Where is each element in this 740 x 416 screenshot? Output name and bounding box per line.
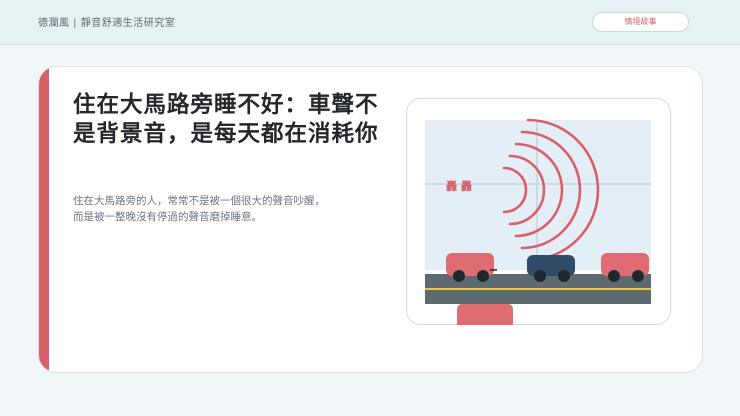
top-header: 德瀾風 | 靜音舒適生活研究室 情境故事 xyxy=(0,0,740,45)
page-title: 住在大馬路旁睡不好：車聲不是背景音，是每天都在消耗你 xyxy=(73,92,379,147)
accent-bar xyxy=(39,67,49,372)
body-line-1: 住在大馬路旁的人，常常不是被一個很大的聲音吵醒， xyxy=(73,195,325,207)
street-noise-illustration: 轟 轟 xyxy=(406,98,671,325)
story-card: 住在大馬路旁睡不好：車聲不是背景音，是每天都在消耗你 住在大馬路旁的人，常常不是… xyxy=(38,66,703,373)
body-paragraph: 住在大馬路旁的人，常常不是被一個很大的聲音吵醒， 而是被一整晚沒有停過的聲音磨掉… xyxy=(73,193,383,225)
body-line-2: 而是被一整晚沒有停過的聲音磨掉睡意。 xyxy=(73,211,262,223)
sound-label: 轟 轟 xyxy=(446,179,472,193)
brand-title: 德瀾風 | 靜音舒適生活研究室 xyxy=(38,18,176,29)
red-block xyxy=(457,304,513,325)
story-button[interactable]: 情境故事 xyxy=(592,12,689,32)
